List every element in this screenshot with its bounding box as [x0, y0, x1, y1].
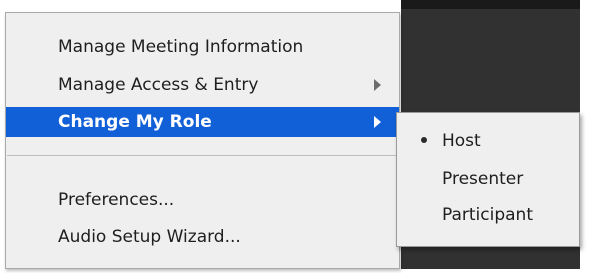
chevron-right-icon — [374, 79, 381, 91]
menu-item-manage-meeting-information[interactable]: Manage Meeting Information — [6, 32, 399, 62]
menu-item-preferences[interactable]: Preferences... — [6, 185, 399, 215]
menu-separator — [7, 155, 398, 156]
menu-item-label: Manage Access & Entry — [58, 75, 259, 95]
menu-item-change-my-role[interactable]: Change My Role — [6, 107, 399, 137]
screen: Manage Meeting Information Manage Access… — [0, 0, 592, 273]
menu-item-label: Preferences... — [58, 190, 175, 210]
change-role-submenu: Host Presenter Participant — [396, 112, 580, 247]
menu-item-label: Change My Role — [58, 112, 212, 132]
submenu-item-label: Presenter — [442, 169, 524, 189]
submenu-item-presenter[interactable]: Presenter — [397, 162, 579, 196]
bullet-icon — [421, 137, 427, 143]
menu-item-audio-setup-wizard[interactable]: Audio Setup Wizard... — [6, 222, 399, 252]
menu-item-manage-access-entry[interactable]: Manage Access & Entry — [6, 70, 399, 100]
meeting-menu: Manage Meeting Information Manage Access… — [5, 12, 400, 269]
submenu-item-host[interactable]: Host — [397, 124, 579, 158]
submenu-item-label: Participant — [442, 205, 534, 225]
submenu-item-participant[interactable]: Participant — [397, 198, 579, 232]
submenu-item-label: Host — [442, 131, 481, 151]
chevron-right-icon — [374, 116, 381, 128]
menu-item-label: Audio Setup Wizard... — [58, 227, 241, 247]
app-top-bar — [401, 0, 580, 9]
menu-item-label: Manage Meeting Information — [58, 37, 304, 57]
